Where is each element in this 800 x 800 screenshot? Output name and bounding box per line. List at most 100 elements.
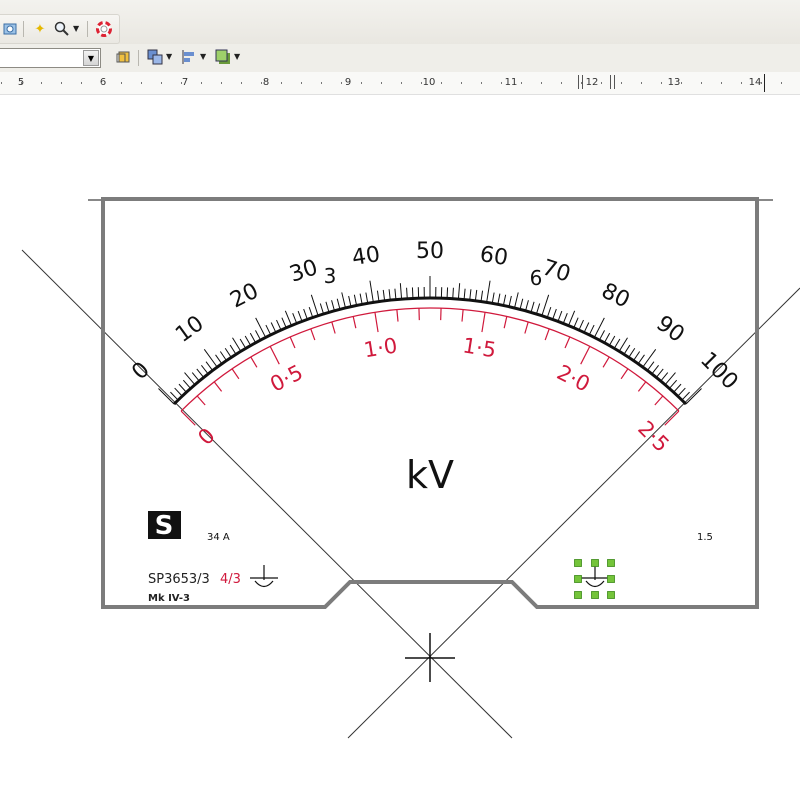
black-tick xyxy=(514,292,519,309)
upper-scale-label: 0 xyxy=(127,357,155,385)
ruler-tick xyxy=(501,82,502,84)
black-tick xyxy=(628,347,636,358)
red-tick xyxy=(269,346,280,365)
arrange-icon[interactable] xyxy=(146,48,164,66)
red-tick xyxy=(196,395,206,406)
ruler-tick xyxy=(1,82,2,84)
ruler-label: 14 xyxy=(748,77,762,88)
ruler-tick xyxy=(61,82,62,84)
red-tick xyxy=(544,328,550,341)
wrap-icon[interactable] xyxy=(114,48,132,66)
red-tick xyxy=(580,346,591,365)
ruler-tick xyxy=(261,82,262,84)
ruler-margin-marker[interactable] xyxy=(764,74,765,92)
lower-scale-label: 0 xyxy=(193,423,219,449)
black-tick xyxy=(486,280,491,303)
ruler-tick xyxy=(641,82,642,84)
selection-handle[interactable] xyxy=(574,591,582,599)
black-tick xyxy=(685,388,702,405)
black-tick xyxy=(480,290,484,302)
ruler-tick xyxy=(561,82,562,84)
selection-handle[interactable] xyxy=(607,559,615,567)
black-tick xyxy=(319,303,325,315)
toolbar-separator xyxy=(87,21,88,37)
ruler-tick xyxy=(741,82,742,84)
black-tick xyxy=(270,322,277,333)
ruler-tick xyxy=(661,82,662,84)
arrange-dropdown-icon[interactable]: ▼ xyxy=(166,52,172,61)
black-tick xyxy=(369,280,374,303)
upper-scale-label: 50 xyxy=(416,239,444,264)
ruler-tick xyxy=(601,82,602,84)
ruler-tick xyxy=(761,82,762,84)
ruler-label: 9 xyxy=(344,77,352,88)
font-combo[interactable]: ▼ xyxy=(0,48,101,68)
drawing-canvas[interactable]: 0102030 40 50 60 708090100 00·51·0 1·52·02·5 … xyxy=(0,94,800,800)
black-tick xyxy=(469,289,472,301)
align-dropdown-icon[interactable]: ▼ xyxy=(200,52,206,61)
ruler-indent-marker[interactable] xyxy=(610,75,615,89)
black-scale-arc xyxy=(172,296,688,406)
black-tick xyxy=(229,344,237,355)
red-scale-arc xyxy=(180,307,680,412)
zoom-icon[interactable] xyxy=(53,20,71,38)
zoom-dropdown-icon[interactable]: ▼ xyxy=(73,24,79,33)
toolbar-separator xyxy=(23,21,24,37)
ruler-tick xyxy=(81,82,82,84)
black-tick xyxy=(573,317,579,328)
black-tick xyxy=(308,306,314,318)
align-icon[interactable] xyxy=(180,48,198,66)
red-tick xyxy=(654,395,664,406)
black-tick xyxy=(618,337,628,352)
red-tick xyxy=(289,336,296,349)
black-tick xyxy=(608,335,616,346)
black-tick xyxy=(281,317,287,328)
shadow-dropdown-icon[interactable]: ▼ xyxy=(234,52,240,61)
ruler-tick xyxy=(421,82,422,84)
shadow-icon[interactable] xyxy=(214,48,232,66)
black-tick xyxy=(255,330,262,341)
black-tick xyxy=(603,332,611,344)
black-tick xyxy=(508,295,512,307)
ruler-tick xyxy=(121,82,122,84)
star-icon[interactable]: ✦ xyxy=(31,20,49,38)
horizontal-ruler[interactable]: 5 6 7 8 9 10 11 12 13 14 xyxy=(0,72,800,95)
black-tick xyxy=(239,338,247,349)
chevron-down-icon[interactable]: ▼ xyxy=(83,50,99,66)
selection-handle[interactable] xyxy=(574,559,582,567)
black-tick xyxy=(446,287,449,299)
black-tick xyxy=(265,324,272,336)
lower-scale-label: 1·0 xyxy=(362,333,399,362)
ruler-tick xyxy=(721,82,722,84)
black-tick xyxy=(399,283,403,300)
black-tick xyxy=(178,383,187,393)
ruler-tick xyxy=(441,82,442,84)
construction-line[interactable] xyxy=(347,287,800,739)
ruler-label: 12 xyxy=(585,77,599,88)
black-tick xyxy=(546,306,552,318)
toolbar-separator xyxy=(138,50,139,66)
ground-symbol-icon[interactable] xyxy=(581,565,609,588)
upper-scale-label: 60 xyxy=(478,242,510,271)
navigator-icon[interactable] xyxy=(1,20,19,38)
selection-handle[interactable] xyxy=(607,575,615,583)
black-tick xyxy=(411,287,414,299)
help-icon[interactable] xyxy=(95,20,113,38)
black-tick xyxy=(673,383,682,393)
selection-handle[interactable] xyxy=(574,575,582,583)
ruler-tick xyxy=(321,82,322,84)
selection-handle[interactable] xyxy=(591,559,599,567)
black-tick xyxy=(669,379,678,389)
black-tick xyxy=(642,349,657,368)
ruler-tick xyxy=(161,82,162,84)
black-tick xyxy=(276,319,282,331)
selection-handle[interactable] xyxy=(591,591,599,599)
black-tick xyxy=(637,354,645,365)
black-tick xyxy=(588,324,595,336)
selection-handle[interactable] xyxy=(607,591,615,599)
ruler-tick xyxy=(101,82,102,84)
upper-scale-label: 80 xyxy=(597,279,633,314)
black-tick xyxy=(310,294,319,316)
black-tick xyxy=(224,347,232,358)
ruler-tick xyxy=(621,82,622,84)
